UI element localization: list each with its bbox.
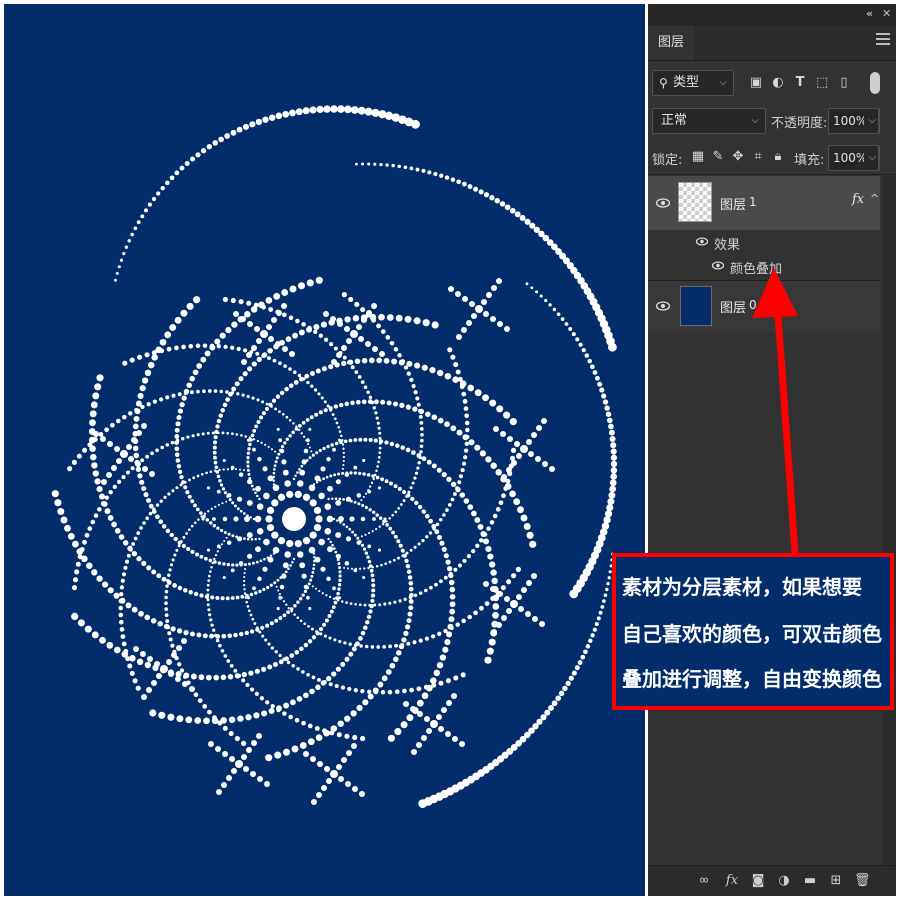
- chevron-down-icon: ⌵: [868, 152, 876, 163]
- chevron-down-icon: ⌵: [751, 115, 759, 126]
- effect-color-overlay-row[interactable]: 颜色叠加: [648, 254, 880, 278]
- close-icon[interactable]: ✕: [882, 7, 891, 20]
- lock-position-icon[interactable]: ✥: [730, 149, 746, 165]
- fill-slider-button[interactable]: ⌵: [864, 145, 879, 171]
- layer-row-1[interactable]: 图层 1 fx ^: [648, 176, 880, 230]
- blend-row: 正常 ⌵ 不透明度: 100% ⌵: [648, 106, 896, 136]
- fill-value: 100%: [833, 151, 868, 165]
- panel-menu-icon[interactable]: [876, 33, 890, 47]
- filter-kind-dropdown[interactable]: ⚲ 类型 ⌵: [652, 70, 734, 96]
- panel-tab-row: 图层: [648, 26, 896, 61]
- canvas-area[interactable]: [4, 4, 645, 896]
- chevron-up-icon[interactable]: ^: [870, 192, 879, 205]
- callout-line-1: 素材为分层素材，如果想要: [622, 575, 862, 599]
- add-layer-style-icon[interactable]: fx: [724, 873, 740, 889]
- blend-mode-value: 正常: [661, 113, 688, 128]
- search-icon: ⚲: [659, 76, 668, 90]
- panel-title-strip: « ✕: [648, 4, 896, 26]
- eye-icon[interactable]: [656, 301, 670, 311]
- filter-toggle[interactable]: [870, 72, 880, 94]
- collapse-icon[interactable]: «: [866, 7, 873, 20]
- color-overlay-label: 颜色叠加: [730, 262, 783, 277]
- opacity-value: 100%: [833, 114, 868, 128]
- callout-line-2: 自己喜欢的颜色，可双击颜色: [622, 622, 882, 646]
- layer-name: 图层: [720, 198, 747, 213]
- shape-layer-filter-icon[interactable]: ⬚: [814, 75, 830, 91]
- eye-icon[interactable]: [696, 237, 710, 247]
- lock-transparent-pixels-icon[interactable]: ▦: [690, 149, 706, 165]
- lock-artboard-icon[interactable]: ⌗: [750, 149, 766, 165]
- lock-icon[interactable]: 🔒︎: [770, 149, 786, 165]
- effects-row[interactable]: 效果: [648, 230, 880, 254]
- callout-line-3: 叠加进行调整，自由变换颜色: [622, 667, 882, 691]
- opacity-label: 不透明度:: [771, 116, 828, 131]
- lock-fill-row: 锁定: ▦ ✎ ✥ ⌗ 🔒︎ 填充: 100% ⌵: [648, 144, 896, 172]
- type-layer-filter-icon[interactable]: T: [792, 75, 808, 91]
- link-layers-icon[interactable]: ∞: [696, 873, 712, 889]
- new-layer-icon[interactable]: ⊞: [828, 873, 844, 889]
- lock-image-pixels-icon[interactable]: ✎: [710, 149, 726, 165]
- layer-index: 1: [749, 195, 757, 209]
- annotation-callout: 素材为分层素材，如果想要 自己喜欢的颜色，可双击颜色 叠加进行调整，自由变换颜色: [612, 553, 894, 710]
- smart-object-filter-icon[interactable]: ▯: [836, 75, 852, 91]
- filter-kind-label: 类型: [673, 75, 700, 90]
- panel-bottom-toolbar: ∞ fx ◙ ◑ ▬ ⊞ 🗑︎: [648, 865, 896, 896]
- chevron-down-icon: ⌵: [868, 115, 876, 126]
- filter-row: ⚲ 类型 ⌵ ▣ ◐ T ⬚ ▯: [648, 68, 896, 98]
- effects-label: 效果: [714, 238, 741, 253]
- divider: [648, 174, 896, 175]
- adjustment-layer-filter-icon[interactable]: ◐: [770, 75, 786, 91]
- pixel-layer-filter-icon[interactable]: ▣: [748, 75, 764, 91]
- add-mask-icon[interactable]: ◙: [750, 873, 766, 889]
- layer-row-0[interactable]: 图层 0: [648, 281, 880, 331]
- layer-name: 图层: [720, 301, 747, 316]
- opacity-slider-button[interactable]: ⌵: [864, 108, 879, 134]
- lock-label: 锁定:: [652, 153, 683, 168]
- dotted-spiral-artwork: [51, 105, 618, 808]
- eye-icon[interactable]: [656, 198, 670, 208]
- layer-thumbnail: [678, 182, 712, 222]
- tab-layers[interactable]: 图层: [648, 26, 694, 60]
- layer-index: 0: [749, 298, 757, 312]
- new-adjustment-layer-icon[interactable]: ◑: [776, 873, 792, 889]
- delete-layer-icon[interactable]: 🗑︎: [854, 873, 871, 889]
- new-group-icon[interactable]: ▬: [802, 873, 818, 889]
- blend-mode-dropdown[interactable]: 正常 ⌵: [652, 108, 766, 134]
- eye-icon[interactable]: [712, 261, 726, 271]
- chevron-down-icon: ⌵: [719, 77, 727, 88]
- fill-label: 填充:: [794, 153, 825, 168]
- layers-panel: « ✕ 图层 ⚲ 类型 ⌵ ▣ ◐ T ⬚ ▯ 正常 ⌵ 不透明度: 100% …: [648, 4, 896, 896]
- fx-icon[interactable]: fx: [852, 192, 864, 207]
- layer-thumbnail: [680, 286, 712, 326]
- layers-scrollbar[interactable]: [882, 176, 896, 896]
